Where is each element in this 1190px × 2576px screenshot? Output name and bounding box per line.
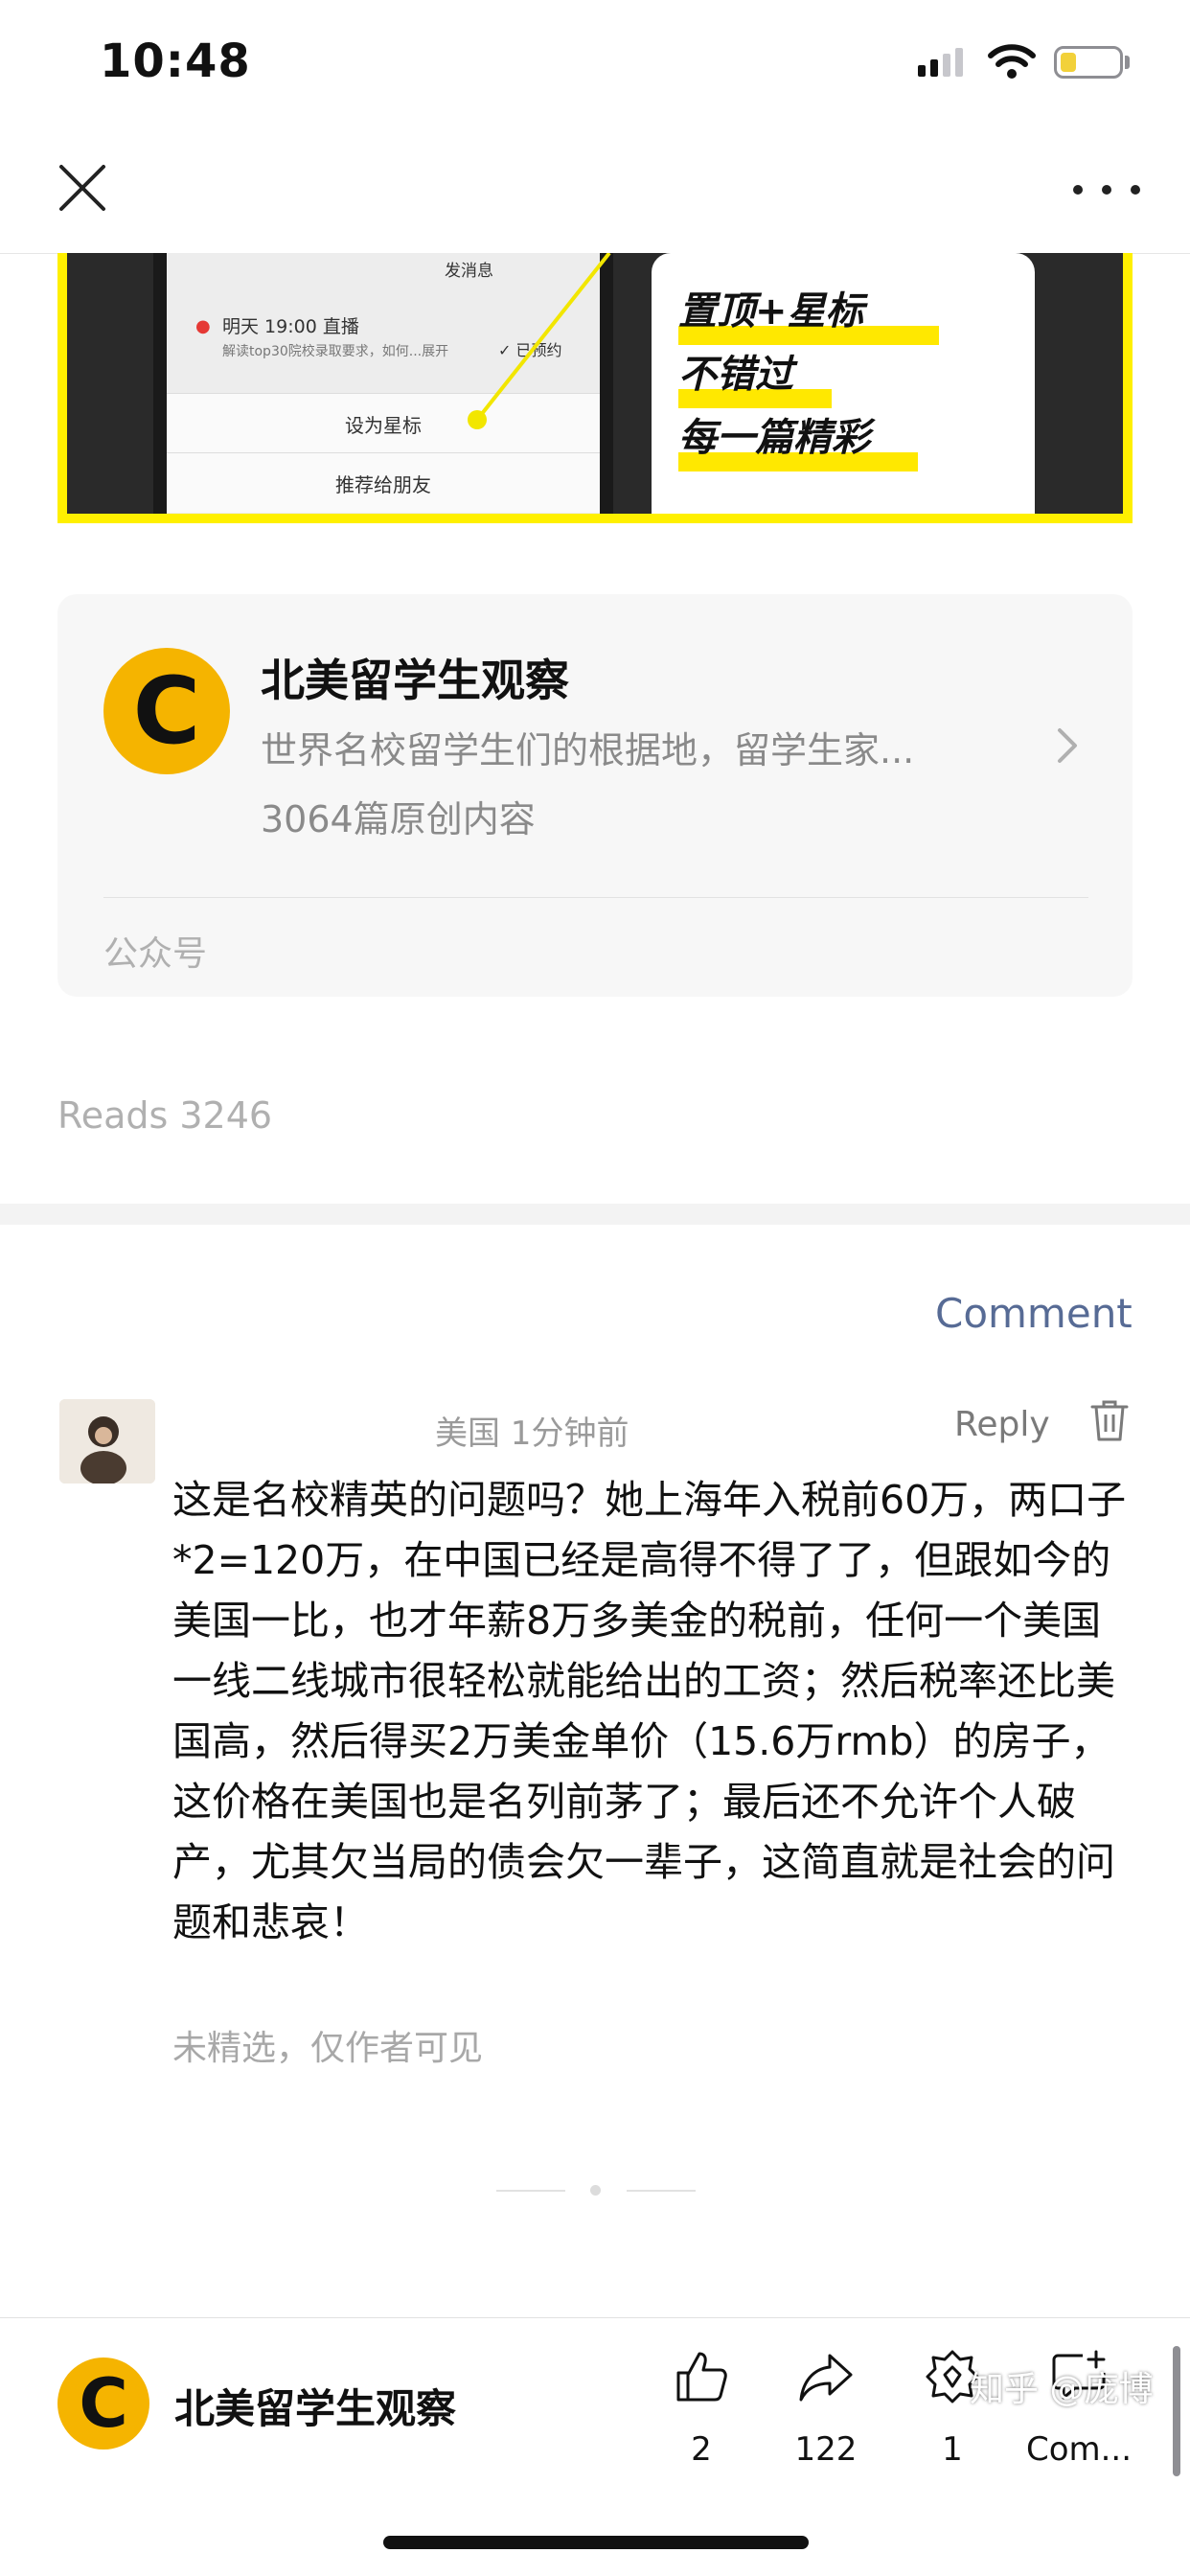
read-count: Reads 3246	[57, 1094, 273, 1137]
more-dot	[1102, 185, 1111, 195]
comment-button-label: Com...	[1025, 2430, 1133, 2469]
article-banner-image: 发消息 ● 明天 19:00 直播 解读top30院校录取要求，如何...展开 …	[57, 253, 1133, 523]
share-icon	[799, 2354, 853, 2402]
promo-line-1: 置顶+星标	[678, 289, 864, 334]
like-count: 2	[691, 2430, 712, 2469]
comment-text: 这是名校精英的问题吗？她上海年入税前60万，两口子*2=120万，在中国已经是高…	[172, 1477, 1127, 1945]
bottom-account-avatar[interactable]: C	[57, 2358, 149, 2450]
account-card[interactable]	[57, 594, 1133, 997]
scrollbar[interactable]	[1173, 2346, 1180, 2476]
account-avatar: C	[103, 648, 230, 774]
battery-cap	[1125, 56, 1130, 69]
account-name: 北美留学生观察	[261, 655, 569, 706]
share-button[interactable]: 122	[768, 2348, 883, 2482]
home-indicator[interactable]	[383, 2536, 809, 2549]
status-time: 10:48	[100, 34, 251, 88]
promo-card: 置顶+星标 不错过 每一篇精彩	[652, 253, 1035, 514]
commenter-avatar	[59, 1399, 155, 1484]
card-divider	[103, 897, 1088, 898]
more-dot	[1131, 185, 1140, 195]
account-type-label: 公众号	[103, 934, 208, 974]
share-count: 122	[794, 2430, 858, 2469]
reply-button[interactable]: Reply	[954, 1405, 1050, 1444]
watermark: 知乎 @庞博	[970, 2370, 1154, 2409]
more-options-button[interactable]	[1073, 172, 1140, 207]
close-icon[interactable]	[56, 161, 109, 215]
cellular-signal-icon	[918, 48, 963, 77]
comment-visibility-note: 未精选，仅作者可见	[172, 2029, 484, 2068]
account-article-count: 3064篇原创内容	[261, 798, 536, 840]
wow-count: 1	[942, 2430, 963, 2469]
thumbs-up-icon	[676, 2352, 727, 2402]
wifi-icon	[988, 44, 1036, 79]
chevron-right-icon	[1058, 728, 1077, 763]
promo-line-2: 不错过	[678, 353, 793, 397]
bottom-divider	[0, 2317, 1190, 2318]
account-description: 世界名校留学生们的根据地，留学生家...	[261, 729, 915, 771]
write-comment-link[interactable]: Comment	[935, 1290, 1133, 1337]
like-button[interactable]: 2	[644, 2348, 759, 2482]
trash-icon[interactable]	[1090, 1399, 1129, 1443]
more-dot	[1073, 185, 1083, 195]
loading-indicator	[496, 2185, 696, 2196]
battery-icon	[1054, 46, 1123, 79]
promo-line-3: 每一篇精彩	[678, 416, 870, 460]
bottom-account-name[interactable]: 北美留学生观察	[174, 2377, 456, 2435]
comment-meta: 美国 1分钟前	[435, 1414, 629, 1453]
section-separator	[0, 1204, 1190, 1225]
